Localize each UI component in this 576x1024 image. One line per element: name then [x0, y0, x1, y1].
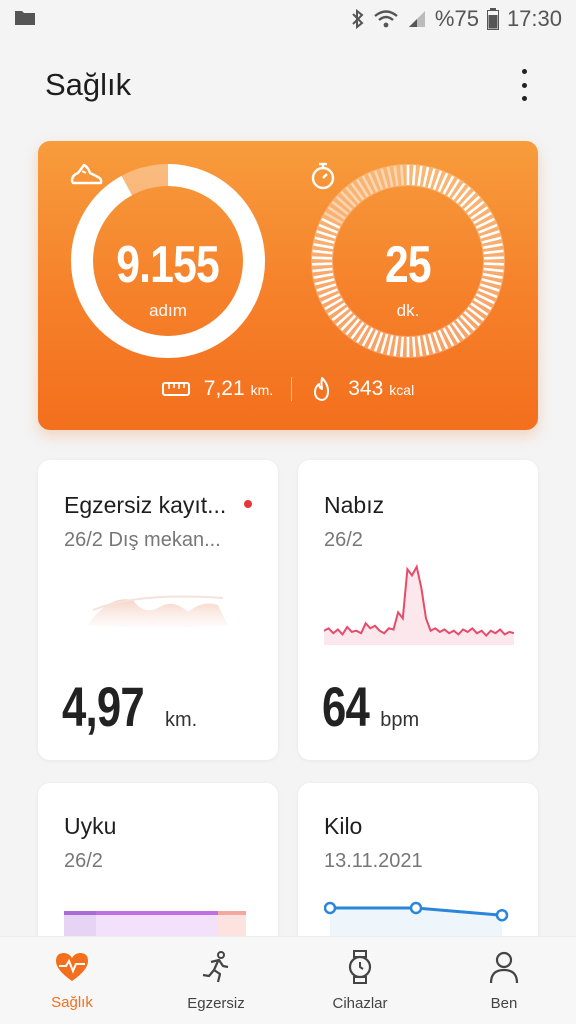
running-icon [199, 950, 233, 989]
heart-icon [54, 951, 90, 988]
card-title: Egzersiz kayıt... [64, 492, 227, 518]
calories-value: 343 [348, 377, 384, 400]
flame-icon [310, 376, 334, 402]
more-dot [521, 82, 527, 88]
heart-rate-chart [324, 563, 514, 645]
steps-unit: adım [149, 301, 187, 320]
nav-me[interactable]: Ben [432, 950, 576, 1012]
nav-label: Cihazlar [332, 994, 388, 1012]
route-map-thumbnail [88, 595, 228, 628]
battery-icon [486, 8, 499, 30]
card-title: Uyku [64, 813, 117, 839]
minutes-value: 25 [385, 236, 432, 294]
steps-ring: 9.155 adım [68, 161, 268, 361]
distance-stat: 7,21 km. [204, 377, 273, 401]
card-title: Kilo [324, 813, 363, 839]
status-bar: %75 17:30 [0, 0, 576, 38]
nav-label: Egzersiz [187, 994, 245, 1012]
exercise-distance: 4,97 km. [62, 674, 197, 739]
active-minutes-ring: 25 dk. [308, 161, 508, 361]
watch-icon [345, 949, 375, 989]
clock: 17:30 [506, 6, 562, 31]
status-icons: %75 17:30 [351, 6, 562, 32]
app-header: Sağlık [0, 50, 576, 120]
divider [291, 377, 293, 401]
more-dot [521, 96, 527, 101]
heart-rate-card[interactable]: Nabız 26/2 64 bpm [298, 460, 538, 760]
signal-icon [407, 9, 427, 29]
weight-point [495, 908, 509, 922]
heart-rate-value-group: 64 bpm [322, 674, 419, 739]
exercise-record-card[interactable]: Egzersiz kayıt... 26/2 Dış mekan... 4,97… [38, 460, 278, 760]
activity-footer: 7,21 km. 343 kcal [38, 376, 538, 402]
more-options-button[interactable] [512, 65, 536, 105]
card-subtitle: 13.11.2021 [324, 850, 423, 872]
card-subtitle: 26/2 [324, 529, 363, 551]
distance-value: 7,21 [203, 377, 245, 400]
heart-rate-value: 64 [322, 675, 370, 738]
exercise-distance-unit: km. [165, 709, 198, 731]
battery-percent: %75 [434, 6, 479, 31]
card-subtitle: 26/2 [64, 850, 103, 872]
card-subtitle: 26/2 Dış mekan... [64, 529, 221, 551]
calories-unit: kcal [389, 382, 415, 398]
person-icon [488, 950, 520, 989]
weight-point [324, 901, 337, 915]
nav-exercise[interactable]: Egzersiz [144, 950, 288, 1012]
weight-point [409, 901, 423, 915]
heart-rate-unit: bpm [380, 709, 420, 731]
nav-label: Sağlık [51, 993, 93, 1011]
notification-dot [244, 500, 252, 508]
page-title: Sağlık [45, 67, 132, 102]
calories-stat: 343 kcal [348, 377, 414, 401]
nav-label: Ben [490, 994, 518, 1012]
ruler-icon [161, 380, 190, 398]
wifi-icon [373, 9, 399, 29]
steps-value: 9.155 [116, 236, 220, 294]
exercise-distance-value: 4,97 [62, 675, 145, 738]
card-title: Nabız [324, 492, 385, 518]
activity-summary-card[interactable]: 9.155 adım 25 dk. 7,21 km. 343 kcal [38, 141, 538, 430]
folder-icon [14, 6, 36, 32]
bluetooth-icon [351, 8, 365, 30]
distance-unit: km. [250, 382, 274, 398]
minutes-unit: dk. [396, 301, 420, 320]
nav-health[interactable]: Sağlık [0, 951, 144, 1011]
nav-devices[interactable]: Cihazlar [288, 949, 432, 1012]
more-dot [521, 69, 527, 74]
bottom-navigation: Sağlık Egzersiz Cihazlar Ben [0, 936, 576, 1024]
